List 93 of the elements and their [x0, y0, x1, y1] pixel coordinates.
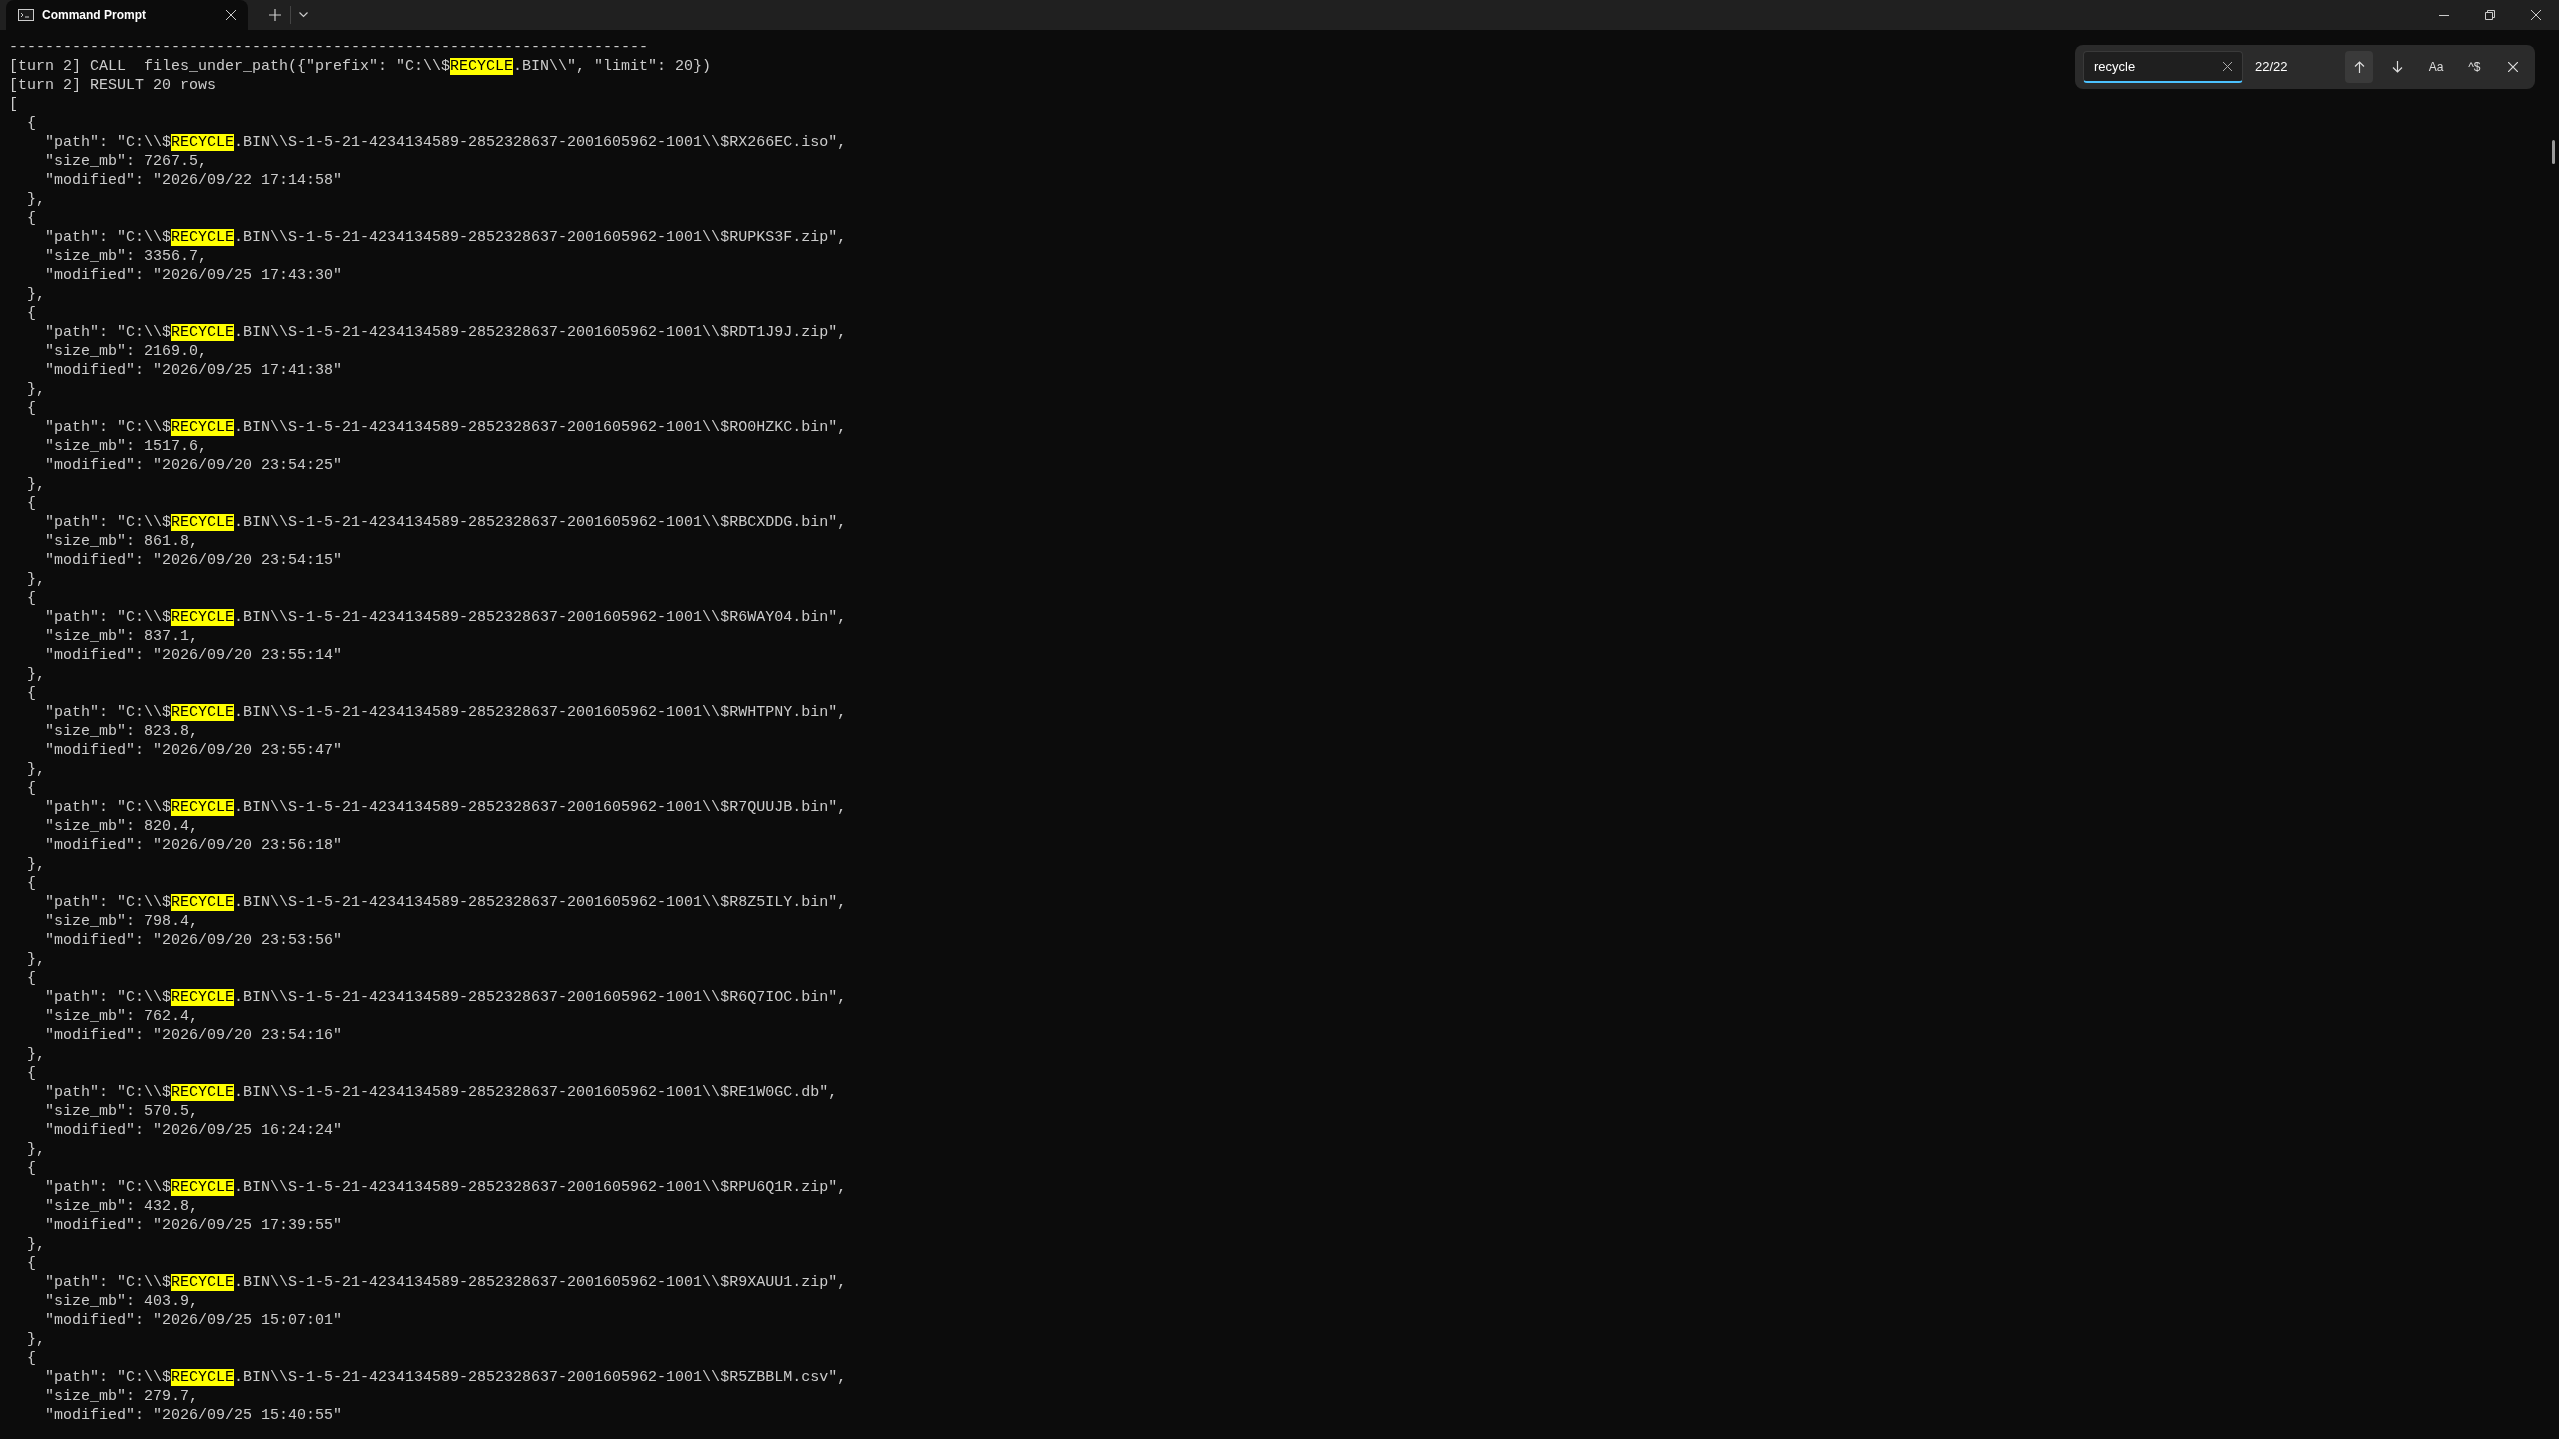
terminal-line: "size_mb": 837.1,: [44, 627, 199, 646]
terminal-line: "path": "C:\\$RECYCLE.BIN\\S-1-5-21-4234134589-2852328637-2001605962-1001\\$R9XAUU1.zip",: [44, 1273, 847, 1292]
close-icon: [2507, 62, 2518, 72]
terminal-line: "size_mb": 403.9,: [44, 1292, 199, 1311]
terminal-line: "path": "C:\\$RECYCLE.BIN\\S-1-5-21-4234134589-2852328637-2001605962-1001\\$RO0HZKC.bin",: [44, 418, 847, 437]
terminal-line: "size_mb": 1517.6,: [44, 437, 208, 456]
terminal-line: {: [26, 969, 36, 988]
terminal-line: "modified": "2026/09/22 17:14:58": [44, 171, 343, 190]
terminal-line: "size_mb": 861.8,: [44, 532, 199, 551]
terminal-line: {: [26, 1159, 36, 1178]
terminal-line: "modified": "2026/09/25 15:40:55": [44, 1406, 343, 1425]
terminal-line: },: [26, 1140, 45, 1159]
terminal-line: {: [26, 1349, 36, 1368]
terminal-line: "path": "C:\\$RECYCLE.BIN\\S-1-5-21-4234134589-2852328637-2001605962-1001\\$RPU6Q1R.zip",: [44, 1178, 847, 1197]
terminal-line: "path": "C:\\$RECYCLE.BIN\\S-1-5-21-4234134589-2852328637-2001605962-1001\\$R8Z5ILY.bin",: [44, 893, 847, 912]
terminal-line: {: [26, 304, 36, 323]
terminal-line: },: [26, 760, 45, 779]
search-field[interactable]: recycle: [2083, 51, 2243, 83]
terminal-line: {: [26, 114, 36, 133]
terminal-line: {: [26, 684, 36, 703]
terminal-line: "size_mb": 279.7,: [44, 1387, 199, 1406]
terminal-line: [turn 2] CALL files_under_path({"prefix": "C:\\$RECYCLE.BIN\\", "limit": 20}): [9, 57, 712, 76]
terminal-line: [: [9, 95, 18, 114]
tab-title: Command Prompt: [42, 7, 147, 24]
arrow-up-icon: [2353, 61, 2365, 73]
terminal-line: {: [26, 589, 36, 608]
terminal-line: "modified": "2026/09/20 23:54:15": [44, 551, 343, 570]
minimize-icon: [2439, 14, 2449, 16]
option-button[interactable]: ^$: [2460, 51, 2489, 83]
previous-match-button[interactable]: [2344, 51, 2374, 83]
terminal-line: },: [26, 1330, 45, 1349]
terminal-line: },: [26, 285, 45, 304]
terminal-line: {: [26, 399, 36, 418]
tab[interactable]: Command Prompt: [6, 0, 248, 30]
terminal-line: {: [26, 494, 36, 513]
terminal-line: "modified": "2026/09/25 17:41:38": [44, 361, 343, 380]
terminal-line: },: [26, 475, 45, 494]
terminal-line: },: [26, 190, 45, 209]
terminal-line: "path": "C:\\$RECYCLE.BIN\\S-1-5-21-4234134589-2852328637-2001605962-1001\\$RBCXDDG.bin",: [44, 513, 847, 532]
terminal-line: "size_mb": 570.5,: [44, 1102, 199, 1121]
terminal-line: "modified": "2026/09/20 23:53:56": [44, 931, 343, 950]
terminal-line: "size_mb": 7267.5,: [44, 152, 208, 171]
plus-icon: [269, 9, 281, 21]
terminal-line: "size_mb": 823.8,: [44, 722, 199, 741]
terminal-line: "modified": "2026/09/25 17:43:30": [44, 266, 343, 285]
terminal-line: "path": "C:\\$RECYCLE.BIN\\S-1-5-21-4234134589-2852328637-2001605962-1001\\$R6WAY04.bin",: [44, 608, 847, 627]
terminal-line: },: [26, 1045, 45, 1064]
terminal-line: "path": "C:\\$RECYCLE.BIN\\S-1-5-21-4234134589-2852328637-2001605962-1001\\$RDT1J9J.zip",: [44, 323, 847, 342]
terminal-line: "size_mb": 3356.7,: [44, 247, 208, 266]
terminal-line: },: [26, 950, 45, 969]
terminal-line: "path": "C:\\$RECYCLE.BIN\\S-1-5-21-4234134589-2852328637-2001605962-1001\\$RE1W0GC.db",: [44, 1083, 838, 1102]
terminal-line: "modified": "2026/09/20 23:54:25": [44, 456, 343, 475]
terminal-line: "path": "C:\\$RECYCLE.BIN\\S-1-5-21-4234134589-2852328637-2001605962-1001\\$RWHTPNY.bin",: [44, 703, 847, 722]
terminal-line: },: [26, 1235, 45, 1254]
terminal-line: },: [26, 380, 45, 399]
close-icon: [2531, 10, 2541, 20]
match-count: 22/22: [2255, 58, 2289, 77]
terminal-line: },: [26, 570, 45, 589]
terminal-line: "modified": "2026/09/20 23:56:18": [44, 836, 343, 855]
terminal-line: "path": "C:\\$RECYCLE.BIN\\S-1-5-21-4234134589-2852328637-2001605962-1001\\$R5ZBBLM.csv",: [44, 1368, 847, 1387]
terminal-line: "size_mb": 432.8,: [44, 1197, 199, 1216]
terminal-line: "size_mb": 798.4,: [44, 912, 199, 931]
terminal-icon: [18, 9, 34, 21]
terminal-line: "size_mb": 762.4,: [44, 1007, 199, 1026]
terminal-line: [turn 2] RESULT 20 rows: [9, 76, 217, 95]
terminal-line: "size_mb": 2169.0,: [44, 342, 208, 361]
terminal-line: "path": "C:\\$RECYCLE.BIN\\S-1-5-21-4234134589-2852328637-2001605962-1001\\$R6Q7IOC.bin",: [44, 988, 847, 1007]
terminal-line: {: [26, 209, 36, 228]
terminal-line: "path": "C:\\$RECYCLE.BIN\\S-1-5-21-4234134589-2852328637-2001605962-1001\\$RX266EC.iso",: [44, 133, 847, 152]
terminal-line: {: [26, 779, 36, 798]
close-icon[interactable]: [226, 10, 236, 20]
terminal-line: "modified": "2026/09/25 16:24:24": [44, 1121, 343, 1140]
search-input[interactable]: recycle: [2094, 52, 2223, 81]
terminal-line: "size_mb": 820.4,: [44, 817, 199, 836]
scrollbar-thumb[interactable]: [2552, 140, 2555, 164]
terminal-line: "path": "C:\\$RECYCLE.BIN\\S-1-5-21-4234134589-2852328637-2001605962-1001\\$R7QUUJB.bin",: [44, 798, 847, 817]
terminal-line: "modified": "2026/09/20 23:55:14": [44, 646, 343, 665]
arrow-down-icon: [2392, 61, 2404, 73]
restore-icon: [2485, 10, 2495, 20]
terminal-line: "modified": "2026/09/20 23:55:47": [44, 741, 343, 760]
terminal-line: "modified": "2026/09/25 17:39:55": [44, 1216, 343, 1235]
terminal-line: -----------------------------------------------------------------------: [9, 38, 649, 57]
chevron-down-icon: [298, 12, 308, 18]
terminal-line: {: [26, 1064, 36, 1083]
terminal-line: {: [26, 874, 36, 893]
terminal-line: {: [26, 1254, 36, 1273]
terminal-line: "path": "C:\\$RECYCLE.BIN\\S-1-5-21-4234134589-2852328637-2001605962-1001\\$RUPKS3F.zip",: [44, 228, 847, 247]
clear-icon[interactable]: [2223, 62, 2232, 71]
terminal-line: "modified": "2026/09/25 15:07:01": [44, 1311, 343, 1330]
option-button[interactable]: Aa: [2421, 51, 2451, 83]
terminal-line: "modified": "2026/09/20 23:54:16": [44, 1026, 343, 1045]
terminal-line: },: [26, 665, 45, 684]
terminal-line: },: [26, 855, 45, 874]
